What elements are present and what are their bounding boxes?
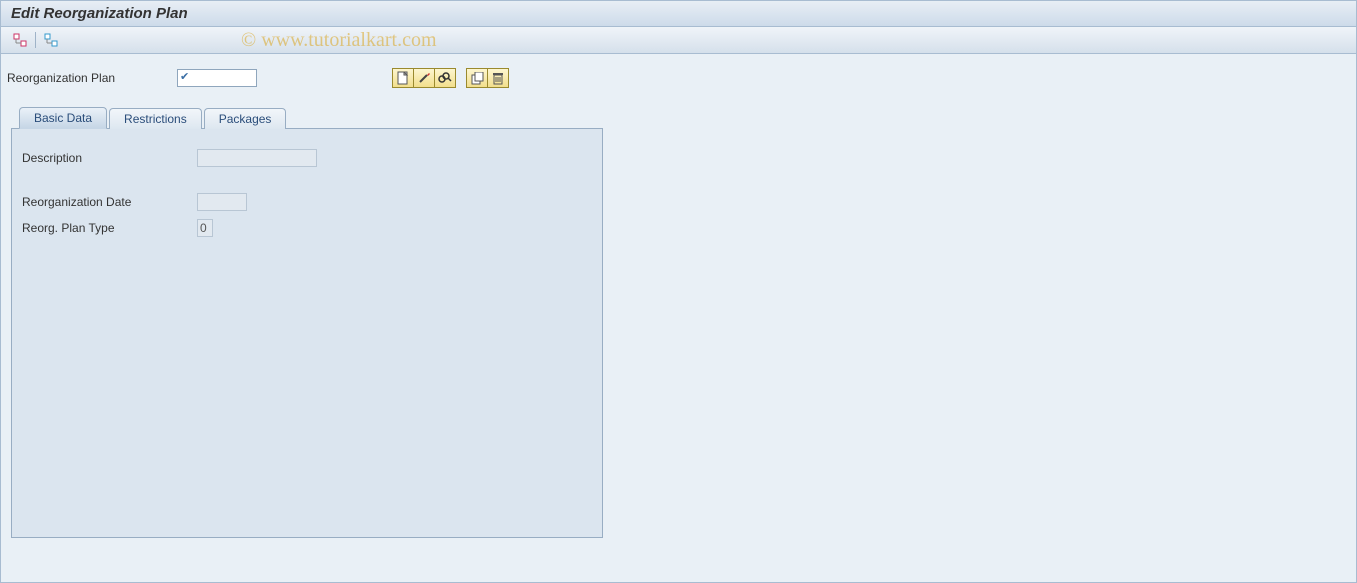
tabstrip: Basic Data Restrictions Packages Descrip… bbox=[7, 106, 1350, 538]
create-button[interactable] bbox=[392, 68, 414, 88]
display-button[interactable] bbox=[434, 68, 456, 88]
description-field bbox=[197, 149, 317, 167]
tab-restrictions[interactable]: Restrictions bbox=[109, 108, 202, 129]
content-area: Reorganization Plan ✔ Basi bbox=[1, 54, 1356, 544]
page-title: Edit Reorganization Plan bbox=[1, 1, 1356, 27]
tabs: Basic Data Restrictions Packages bbox=[19, 106, 1350, 128]
watermark-text: © www.tutorialkart.com bbox=[241, 29, 437, 52]
description-row: Description bbox=[22, 149, 592, 167]
hierarchy-expand-icon[interactable] bbox=[9, 30, 31, 50]
type-field bbox=[197, 219, 213, 237]
plan-label: Reorganization Plan bbox=[7, 71, 177, 85]
app-toolbar: © www.tutorialkart.com bbox=[1, 27, 1356, 54]
date-label: Reorganization Date bbox=[22, 195, 197, 209]
tab-packages[interactable]: Packages bbox=[204, 108, 287, 129]
hierarchy-collapse-icon[interactable] bbox=[40, 30, 62, 50]
date-row: Reorganization Date bbox=[22, 193, 592, 211]
date-field bbox=[197, 193, 247, 211]
delete-button[interactable] bbox=[487, 68, 509, 88]
description-label: Description bbox=[22, 151, 197, 165]
action-button-strip bbox=[392, 68, 509, 88]
toolbar-separator bbox=[35, 32, 36, 48]
plan-row: Reorganization Plan ✔ bbox=[7, 68, 1350, 88]
copy-button[interactable] bbox=[466, 68, 488, 88]
type-row: Reorg. Plan Type bbox=[22, 219, 592, 237]
tab-basic-data[interactable]: Basic Data bbox=[19, 107, 107, 129]
plan-input[interactable] bbox=[177, 69, 257, 87]
change-button[interactable] bbox=[413, 68, 435, 88]
type-label: Reorg. Plan Type bbox=[22, 221, 197, 235]
tab-panel-basic-data: Description Reorganization Date Reorg. P… bbox=[11, 128, 603, 538]
